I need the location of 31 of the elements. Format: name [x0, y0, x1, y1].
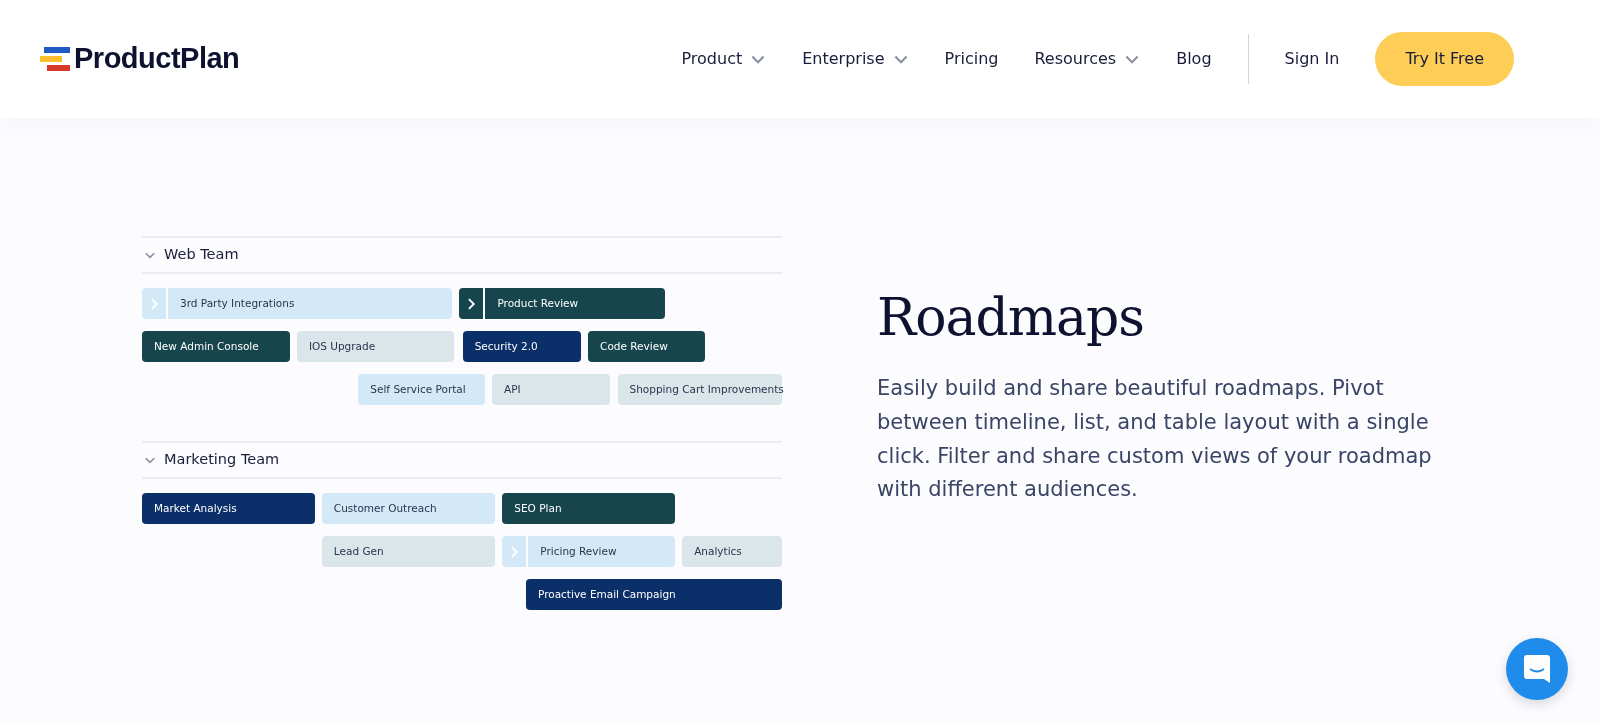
roadmap-bar[interactable]: IOS Upgrade: [296, 331, 455, 362]
sign-in-link[interactable]: Sign In: [1284, 47, 1340, 71]
try-free-button[interactable]: Try It Free: [1375, 32, 1514, 86]
roadmap-bar[interactable]: Analytics: [682, 536, 782, 567]
logo-text[interactable]: ProductPlan: [74, 37, 240, 81]
nav-dropdown[interactable]: Product: [681, 47, 767, 71]
chat-icon: [1524, 655, 1550, 683]
roadmap-bar[interactable]: 3rd Party Integrations: [142, 288, 453, 319]
roadmap-bar[interactable]: Security 2.0: [462, 331, 581, 362]
nav-link[interactable]: Pricing: [944, 47, 999, 71]
feature-description: Easily build and share beautiful roadmaps. Pivot between timeline, list, and table layout with a single click. Filter and share custom views of your roadmap with different audiences.: [877, 375, 1433, 504]
roadmap-bar[interactable]: Code Review: [588, 331, 706, 362]
team-name: Web Team: [164, 245, 239, 265]
roadmap-bar[interactable]: Market Analysis: [142, 493, 315, 524]
roadmap-bar[interactable]: Customer Outreach: [321, 493, 496, 524]
nav-link[interactable]: Blog: [1176, 47, 1212, 71]
roadmap-bar[interactable]: API: [492, 374, 611, 405]
nav-dropdown[interactable]: Enterprise: [802, 47, 909, 71]
team-name: Marketing Team: [164, 450, 280, 470]
roadmap-bar[interactable]: Self Service Portal: [358, 374, 486, 405]
roadmap-bar[interactable]: Pricing Review: [502, 536, 676, 567]
roadmap-bar[interactable]: Lead Gen: [321, 536, 496, 567]
chat-button[interactable]: [1506, 638, 1568, 700]
feature-title: Roadmaps: [877, 286, 1146, 349]
roadmap-bar[interactable]: SEO Plan: [502, 493, 676, 524]
roadmap-bar[interactable]: Shopping Cart Improvements: [617, 374, 782, 405]
roadmap-bar[interactable]: New Admin Console: [142, 331, 290, 362]
logo-icon: [40, 47, 70, 71]
roadmap-bar[interactable]: Product Review: [459, 288, 665, 319]
nav-dropdown[interactable]: Resources: [1034, 47, 1141, 71]
roadmap-bar[interactable]: Proactive Email Campaign: [526, 579, 782, 610]
